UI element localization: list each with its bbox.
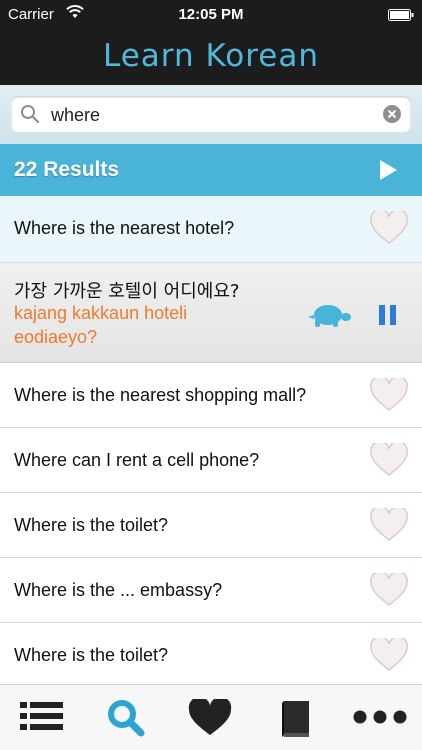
list-item[interactable]: Where is the nearest shopping mall? [0,363,422,428]
phrase-label: Where is the toilet? [14,645,169,665]
heart-icon[interactable] [370,443,408,477]
phrase-label: Where is the nearest hotel? [14,218,235,238]
heart-icon[interactable] [370,211,408,245]
results-bar: 22 Results [0,144,422,196]
tab-book[interactable] [266,699,326,739]
heart-icon[interactable] [370,638,408,672]
search-box[interactable] [11,96,411,132]
clear-icon[interactable] [382,104,402,124]
search-area [0,85,422,144]
status-time: 12:05 PM [178,6,244,23]
tab-search[interactable] [96,699,156,739]
play-all-icon[interactable] [378,159,398,181]
korean-text: 가장 가까운 호텔이 어디에요? [14,281,240,302]
book-icon [282,701,309,737]
app-title: Learn Korean [102,38,320,74]
results-count: 22 Results [14,158,120,181]
tab-bar [0,684,422,750]
phrase-label: Where can I rent a cell phone? [14,450,260,470]
phrase-label: Where is the ... embassy? [14,580,223,600]
results-list: Where is the nearest hotel? 가장 가까운 호텔이 어… [0,196,422,688]
phrase-label: Where is the toilet? [14,515,169,535]
phrase-label: Where is the nearest shopping mall? [14,385,307,405]
search-icon [21,105,40,124]
list-icon [20,702,63,730]
tab-favorites[interactable] [180,699,240,739]
search-input[interactable] [49,100,373,130]
turtle-icon[interactable] [306,303,352,329]
list-item[interactable]: Where can I rent a cell phone? [0,428,422,493]
app-header: Learn Korean [0,30,422,85]
heart-icon[interactable] [370,508,408,542]
more-icon [353,710,407,724]
status-bar: Carrier 12:05 PM [0,0,422,30]
pause-icon[interactable] [378,304,398,326]
tab-more[interactable] [350,699,410,739]
list-item[interactable]: Where is the toilet? [0,493,422,558]
romanization-text: kajang kakkaun hoteli eodiaeyo? [14,303,188,347]
heart-icon [188,699,232,735]
list-item[interactable]: Where is the nearest hotel? [0,196,422,263]
list-item[interactable]: Where is the toilet? [0,623,422,688]
battery-icon [388,9,414,21]
expanded-translation: 가장 가까운 호텔이 어디에요? kajang kakkaun hoteli e… [0,263,422,363]
heart-icon[interactable] [370,573,408,607]
search-icon [108,700,145,737]
tab-list[interactable] [12,699,72,739]
list-item[interactable]: Where is the ... embassy? [0,558,422,623]
heart-icon[interactable] [370,378,408,412]
